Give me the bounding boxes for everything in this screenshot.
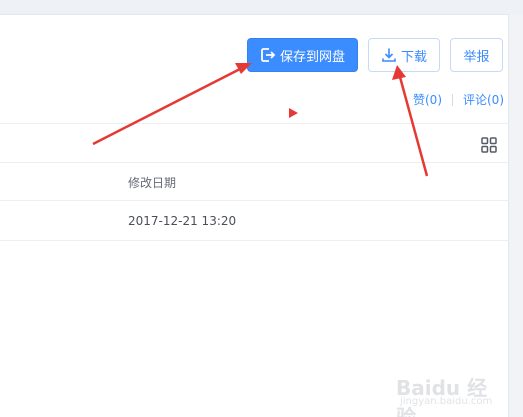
annotation-arrow-to-save (92, 63, 252, 146)
engagement-row: 赞(0) 评论(0) (413, 91, 504, 108)
share-page: 保存到网盘 下载 举报 赞(0) 评论(0) 修改日期 2017-12-21 1… (0, 0, 523, 417)
like-link[interactable]: 赞(0) (413, 91, 442, 108)
header-divider (0, 123, 509, 124)
column-header-modified-date[interactable]: 修改日期 (128, 174, 176, 191)
toolbar-divider (0, 162, 509, 163)
report-button[interactable]: 举报 (450, 38, 503, 72)
download-icon (381, 47, 397, 63)
watermark-logo-text: Baidu 经验 (396, 376, 488, 417)
download-button-label: 下载 (400, 49, 427, 65)
grid-view-icon[interactable] (481, 137, 497, 153)
annotation-pointer-mark (289, 108, 298, 118)
download-button[interactable]: 下载 (368, 38, 440, 72)
report-button-label: 举报 (463, 49, 490, 65)
column-header-divider (0, 200, 509, 201)
watermark-url: jingyan.baidu.com (400, 396, 493, 407)
comment-link[interactable]: 评论(0) (463, 91, 504, 108)
baidu-jingyan-watermark: Baidu 经验 jingyan.baidu.com (396, 372, 506, 417)
top-bar (0, 0, 523, 15)
save-to-netdisk-button[interactable]: 保存到网盘 (247, 38, 358, 72)
annotation-arrow-to-download (392, 65, 429, 177)
scrollbar-track[interactable] (508, 14, 523, 417)
meta-separator (452, 93, 453, 106)
table-row-modified-date: 2017-12-21 13:20 (128, 214, 237, 228)
save-button-label: 保存到网盘 (279, 49, 345, 65)
row-divider (0, 240, 509, 241)
save-to-cloud-icon (260, 47, 276, 63)
